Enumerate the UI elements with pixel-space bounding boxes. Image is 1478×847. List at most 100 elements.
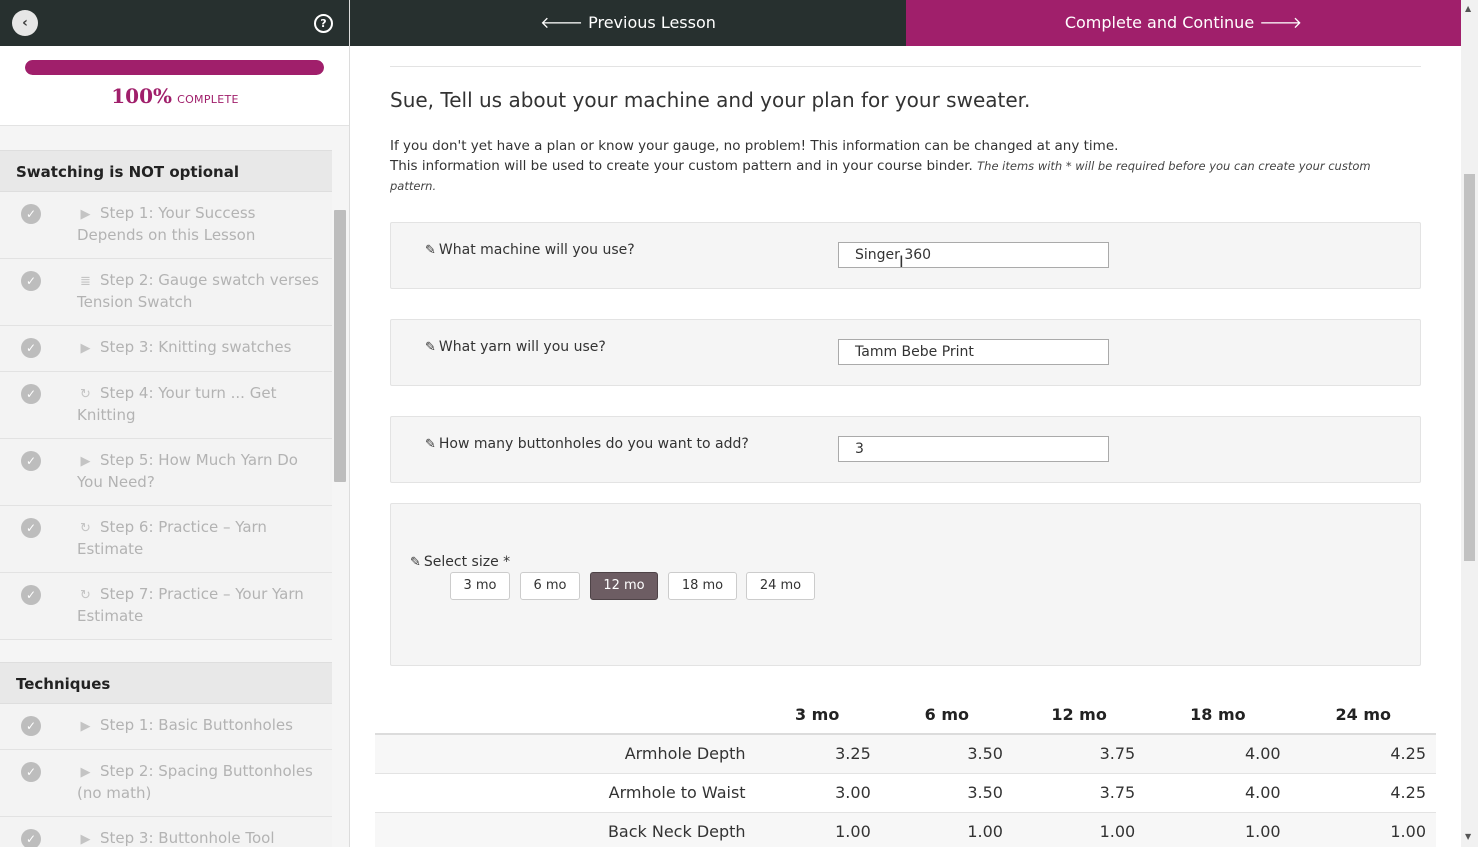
section-gap [0, 126, 332, 150]
machine-question-label: What machine will you use? [438, 242, 635, 258]
section-gap [0, 640, 332, 662]
buttonholes-question-label: How many buttonholes do you want to add? [438, 436, 749, 452]
lesson-label: Step 6: Practice – Yarn Estimate [77, 518, 267, 558]
table-header: 18 mo [1145, 696, 1291, 735]
complete-and-continue-button[interactable]: Complete and Continue 🡒 [906, 0, 1461, 46]
lesson-label: Step 4: Your turn ... Get Knitting [77, 384, 277, 424]
lesson-item[interactable]: ✓ ▶ Step 3: Buttonhole Tool [0, 817, 332, 847]
video-icon: ▶ [80, 765, 91, 780]
buttonholes-question-label-wrap: ✎ How many buttonholes do you want to add… [425, 436, 749, 452]
page-scrollbar-thumb[interactable] [1464, 174, 1475, 561]
table-cell: 4.00 [1145, 772, 1291, 812]
pencil-icon: ✎ [425, 437, 436, 452]
table-cell: 3.00 [753, 772, 881, 812]
lesson-nav-bar: 🡐 Previous Lesson Complete and Continue … [350, 0, 1461, 46]
refresh-icon: ↻ [80, 588, 91, 603]
pencil-icon: ✎ [425, 243, 436, 258]
lesson-label: Step 7: Practice – Your Yarn Estimate [77, 585, 304, 625]
machine-question-label-wrap: ✎ What machine will you use? [425, 242, 635, 258]
size-select-panel: ✎ Select size * 3 mo 6 mo 12 mo 18 mo 24 mo [390, 503, 1421, 666]
document-icon: ≣ [80, 274, 91, 289]
size-option-button[interactable]: 12 mo [590, 572, 658, 600]
lesson-item[interactable]: ✓ ↻ Step 7: Practice – Your Yarn Estimate [0, 573, 332, 640]
refresh-icon: ↻ [80, 387, 91, 402]
scroll-up-icon[interactable]: ▲ [1465, 4, 1471, 13]
check-circle-icon: ✓ [21, 338, 41, 358]
intro-line-2-wrap: This information will be used to create … [390, 156, 1400, 196]
buttonholes-question-panel: ✎ How many buttonholes do you want to add… [390, 416, 1421, 483]
lesson-item[interactable]: ✓ ▶ Step 5: How Much Yarn Do You Need? [0, 439, 332, 506]
scroll-down-icon[interactable]: ▼ [1465, 832, 1471, 841]
table-header-row: 3 mo 6 mo 12 mo 18 mo 24 mo [375, 696, 1436, 735]
table-header-empty [375, 696, 754, 735]
table-cell: 1.00 [1012, 811, 1146, 847]
video-icon: ▶ [80, 832, 91, 847]
table-header: 3 mo [753, 696, 881, 735]
lesson-label: Step 3: Knitting swatches [100, 338, 292, 356]
check-circle-icon: ✓ [21, 518, 41, 538]
sidebar-scrollbar[interactable] [334, 210, 346, 482]
section-title: Swatching is NOT optional [0, 150, 332, 192]
table-cell: 1.00 [1145, 811, 1291, 847]
complete-and-continue-label: Complete and Continue [1064, 13, 1255, 32]
lesson-item[interactable]: ✓ ▶ Step 1: Basic Buttonholes [0, 704, 332, 750]
machine-input[interactable]: Singer 360 [838, 242, 1109, 268]
yarn-input[interactable]: Tamm Bebe Print [838, 339, 1109, 365]
text-cursor-icon: I [899, 252, 904, 271]
lesson-label: Step 3: Buttonhole Tool [100, 829, 275, 847]
lesson-item[interactable]: ✓ ↻ Step 6: Practice – Yarn Estimate [0, 506, 332, 573]
yarn-question-label: What yarn will you use? [438, 339, 606, 355]
row-label: Armhole to Waist [375, 772, 754, 812]
lesson-list: Swatching is NOT optional ✓ ▶ Step 1: Your … [0, 126, 332, 847]
intro-line-2: This information will be used to create … [390, 158, 973, 174]
table-cell: 1.00 [753, 811, 881, 847]
lesson-label: Step 2: Gauge swatch verses Tension Swat… [77, 271, 319, 311]
table-header: 12 mo [1012, 696, 1146, 735]
arrow-right-icon: 🡒 [1259, 13, 1303, 32]
table-cell: 1.00 [1290, 811, 1436, 847]
size-option-button[interactable]: 6 mo [520, 572, 580, 600]
progress-text: 100% COMPLETE [0, 84, 349, 108]
progress-percent: 100% [111, 84, 173, 108]
size-option-button[interactable]: 18 mo [668, 572, 737, 600]
pencil-icon: ✎ [425, 340, 436, 355]
page-scrollbar[interactable]: ▲ ▼ [1461, 0, 1478, 847]
lesson-content: Sue, Tell us about your machine and your… [350, 46, 1461, 847]
previous-lesson-button[interactable]: 🡐 Previous Lesson [350, 0, 906, 46]
check-circle-icon: ✓ [21, 585, 41, 605]
size-option-button[interactable]: 24 mo [746, 572, 815, 600]
pencil-icon: ✎ [410, 555, 421, 570]
table-header: 24 mo [1290, 696, 1436, 735]
previous-lesson-label: Previous Lesson [588, 13, 716, 32]
lesson-item[interactable]: ✓ ≣ Step 2: Gauge swatch verses Tension Sw… [0, 259, 332, 326]
check-circle-icon: ✓ [21, 716, 41, 736]
table-header: 6 mo [880, 696, 1013, 735]
table-row: Back Neck Depth 1.00 1.00 1.00 1.00 1.00 [375, 811, 1436, 847]
row-label: Armhole Depth [375, 733, 754, 773]
chevron-left-icon[interactable]: ‹ [12, 10, 38, 36]
video-icon: ▶ [80, 719, 91, 734]
question-circle-icon[interactable]: ? [314, 14, 333, 33]
lesson-label: Step 1: Your Success Depends on this Les… [77, 204, 256, 244]
table-cell: 4.25 [1290, 772, 1436, 812]
course-progress: 100% COMPLETE [0, 46, 349, 126]
measurements-table: 3 mo 6 mo 12 mo 18 mo 24 mo Armhole Depth 3.25… [375, 696, 1436, 847]
lesson-item[interactable]: ✓ ▶ Step 1: Your Success Depends on this L… [0, 192, 332, 259]
progress-bar [25, 60, 324, 75]
progress-label: COMPLETE [177, 93, 239, 106]
video-icon: ▶ [80, 454, 91, 469]
yarn-question-label-wrap: ✎ What yarn will you use? [425, 339, 606, 355]
size-option-button[interactable]: 3 mo [450, 572, 510, 600]
progress-bar-fill [25, 60, 324, 75]
check-circle-icon: ✓ [21, 451, 41, 471]
table-cell: 3.25 [753, 733, 881, 773]
lesson-item[interactable]: ✓ ▶ Step 2: Spacing Buttonholes (no math) [0, 750, 332, 817]
table-cell: 3.75 [1012, 733, 1146, 773]
table-cell: 4.00 [1145, 733, 1291, 773]
arrow-left-icon: 🡐 [540, 13, 584, 32]
lesson-item[interactable]: ✓ ▶ Step 3: Knitting swatches [0, 326, 332, 372]
divider [390, 66, 1421, 67]
lesson-item[interactable]: ✓ ↻ Step 4: Your turn ... Get Knitting [0, 372, 332, 439]
yarn-question-panel: ✎ What yarn will you use? Tamm Bebe Print [390, 319, 1421, 386]
buttonholes-input[interactable]: 3 [838, 436, 1109, 462]
